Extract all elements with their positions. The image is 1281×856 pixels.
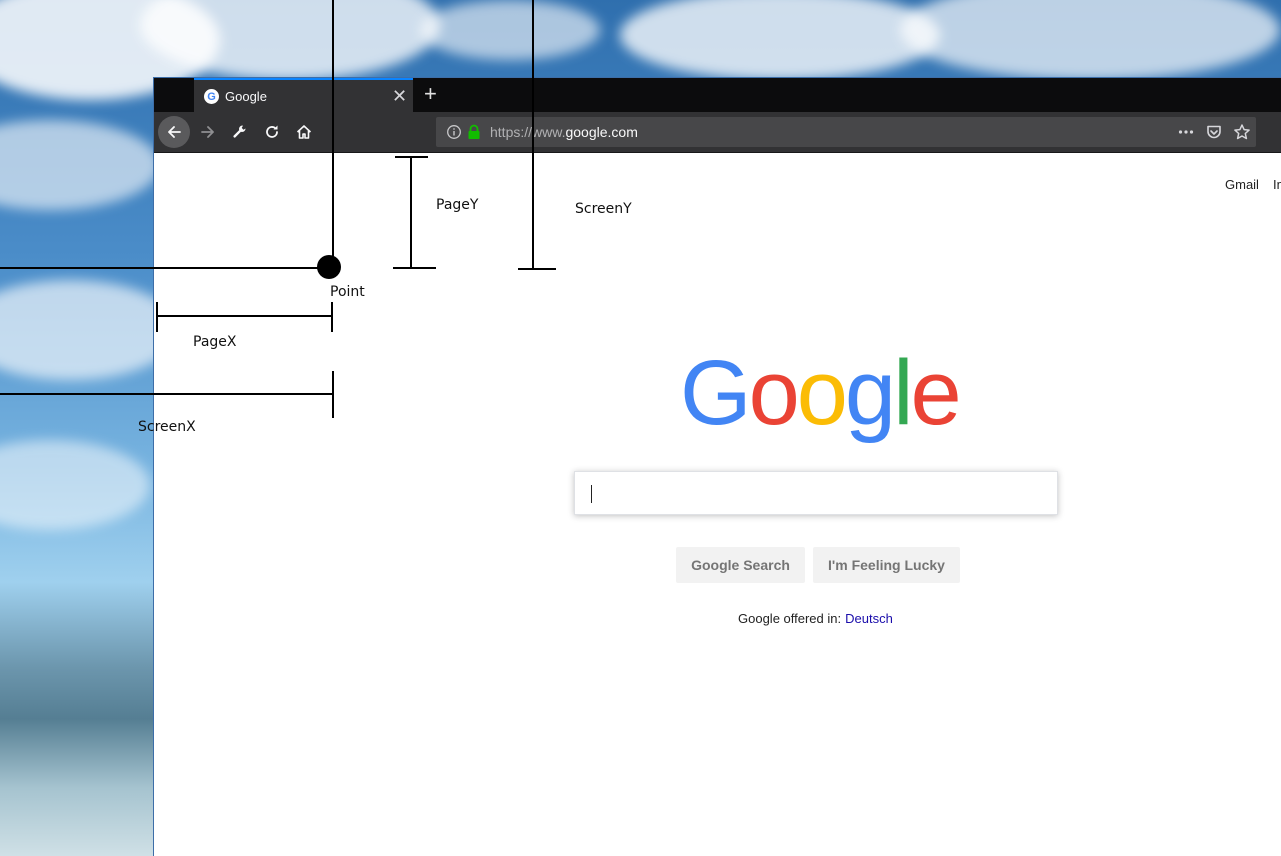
more-horizontal-icon[interactable] — [1177, 123, 1195, 141]
point-label: Point — [330, 284, 365, 300]
lock-icon — [468, 124, 480, 139]
page-x-label: PageX — [193, 334, 237, 350]
close-tab-icon[interactable]: ✕ — [392, 86, 407, 106]
screen-y-label: ScreenY — [575, 201, 632, 217]
url-bar[interactable]: https://www.google.com — [436, 117, 1256, 147]
page-y-label: PageY — [436, 197, 479, 213]
arrow-right-icon — [201, 126, 214, 138]
feeling-lucky-button[interactable]: I'm Feeling Lucky — [813, 547, 960, 583]
url-scheme: https:// — [490, 124, 533, 140]
reload-button[interactable] — [258, 118, 286, 146]
info-icon[interactable] — [446, 124, 462, 140]
new-tab-button[interactable]: + — [424, 81, 437, 107]
url-domain: google.com — [565, 124, 638, 140]
google-homepage: Gmail Images Google Google Search I'm Fe… — [154, 153, 1281, 856]
logo-letter: e — [910, 342, 962, 444]
tab-title: Google — [225, 89, 267, 104]
language-link-deutsch[interactable]: Deutsch — [845, 611, 893, 626]
url-text[interactable]: https://www.google.com — [490, 124, 638, 140]
logo-letter: g — [844, 342, 896, 444]
logo-letter: G — [680, 342, 752, 444]
wrench-icon — [233, 125, 246, 138]
logo-letter: o — [748, 342, 800, 444]
arrow-left-icon — [168, 126, 181, 138]
screen-x-label: ScreenX — [138, 419, 196, 435]
google-search-button[interactable]: Google Search — [676, 547, 805, 583]
images-link[interactable]: Images — [1273, 177, 1281, 192]
language-offer: Google offered in: Deutsch — [738, 611, 893, 626]
logo-letter: l — [893, 342, 914, 444]
logo-letter: o — [796, 342, 848, 444]
search-input[interactable] — [574, 471, 1058, 515]
home-button[interactable] — [290, 118, 318, 146]
pocket-icon[interactable] — [1205, 123, 1223, 141]
navigation-toolbar: https://www.google.com — [154, 112, 1281, 153]
back-button[interactable] — [158, 116, 190, 148]
developer-tools-button[interactable] — [226, 118, 254, 146]
tab-bar: G Google ✕ + — [154, 78, 1281, 112]
text-caret — [591, 485, 592, 503]
home-icon — [296, 125, 312, 139]
tab-google[interactable]: G Google ✕ — [194, 78, 413, 112]
star-icon[interactable] — [1233, 123, 1251, 141]
reload-icon — [266, 125, 278, 138]
forward-button[interactable] — [194, 118, 222, 146]
google-favicon-icon: G — [204, 89, 219, 104]
google-logo: Google — [680, 342, 962, 444]
url-subdomain: www. — [532, 124, 566, 140]
browser-window: G Google ✕ + https://www.google.com Gmai… — [153, 77, 1281, 856]
language-offer-prefix: Google offered in: — [738, 611, 842, 626]
gmail-link[interactable]: Gmail — [1225, 177, 1259, 192]
